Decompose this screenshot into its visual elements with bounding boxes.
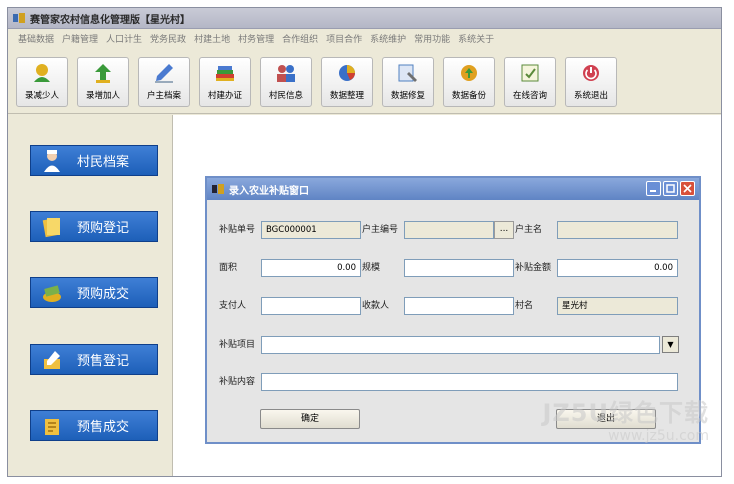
menu-about[interactable]: 系统关于 [458, 32, 494, 45]
app-logo-icon [12, 12, 26, 24]
menu-project[interactable]: 项目合作 [326, 32, 362, 45]
money-icon [37, 280, 67, 306]
people-icon [277, 65, 295, 82]
scale-field[interactable] [404, 259, 514, 277]
toolbar-label: 村民信息 [268, 91, 303, 101]
sidebar-label: 预售登记 [77, 354, 130, 369]
menu-bar: 基础数据 户籍管理 人口计生 党务民政 村建土地 村务管理 合作组织 项目合作 … [8, 29, 721, 47]
household-no-label: 户主编号 [362, 225, 399, 235]
minimize-icon[interactable] [646, 181, 661, 196]
sign-icon [37, 347, 67, 373]
ok-button[interactable]: 确定 [260, 409, 360, 429]
menu-common[interactable]: 常用功能 [414, 32, 450, 45]
amount-field[interactable]: 0.00 [557, 259, 678, 277]
sidebar-label: 村民档案 [77, 155, 130, 170]
toolbar-household-archive-button[interactable]: 户主档案 [138, 57, 190, 107]
toolbar-data-organize-button[interactable]: 数据整理 [321, 57, 373, 107]
dialog-title-bar: 录入农业补贴窗口 [207, 178, 699, 200]
sidebar-label: 预售成交 [77, 420, 130, 435]
notes-icon [37, 214, 67, 240]
household-browse-button[interactable]: ... [494, 221, 514, 239]
household-name-label: 户主名 [515, 225, 543, 235]
person-add-icon [95, 64, 111, 83]
consult-icon [521, 64, 539, 82]
books-icon [216, 66, 234, 81]
person-minus-icon [34, 64, 50, 82]
watermark-text: JZ5U绿色下载 [542, 399, 709, 427]
menu-party-affairs[interactable]: 党务民政 [150, 32, 186, 45]
sidebar-prepurchase-register-button[interactable]: 预购登记 [30, 211, 158, 242]
toolbar-label: 数据备份 [451, 91, 486, 101]
toolbar-label: 系统退出 [573, 91, 608, 101]
toolbar-village-license-button[interactable]: 村建办证 [199, 57, 251, 107]
sidebar-label: 预购登记 [77, 221, 130, 236]
menu-cooperative[interactable]: 合作组织 [282, 32, 318, 45]
sidebar-presale-register-button[interactable]: 预售登记 [30, 344, 158, 375]
menu-household[interactable]: 户籍管理 [62, 32, 98, 45]
scale-label: 规模 [362, 263, 381, 273]
village-label: 村名 [515, 301, 534, 311]
toolbar-person-minus-button[interactable]: 录减少人 [16, 57, 68, 107]
toolbar-label: 录减少人 [24, 91, 59, 101]
area-label: 面积 [219, 263, 238, 273]
toolbar-data-backup-button[interactable]: 数据备份 [443, 57, 495, 107]
project-select[interactable] [261, 336, 660, 354]
menu-population[interactable]: 人口计生 [106, 32, 142, 45]
dialog-app-icon [211, 183, 225, 195]
menu-system-maintenance[interactable]: 系统维护 [370, 32, 406, 45]
toolbar-label: 村建办证 [207, 91, 242, 101]
toolbar-data-repair-button[interactable]: 数据修复 [382, 57, 434, 107]
content-field[interactable] [261, 373, 678, 391]
nurse-icon [37, 148, 67, 174]
toolbar-exit-button[interactable]: 系统退出 [565, 57, 617, 107]
payer-label: 支付人 [219, 301, 247, 311]
household-name-field[interactable] [557, 221, 678, 239]
toolbar-label: 在线咨询 [512, 91, 547, 101]
sidebar-label: 预购成交 [77, 287, 130, 302]
chevron-down-icon[interactable]: ▼ [662, 336, 679, 353]
toolbar-label: 数据整理 [329, 91, 364, 101]
sidebar-presale-deal-button[interactable]: 预售成交 [30, 410, 158, 441]
deal-icon [37, 413, 67, 439]
menu-village-affairs[interactable]: 村务管理 [238, 32, 274, 45]
close-icon[interactable] [680, 181, 695, 196]
subsidy-no-label: 补贴单号 [219, 225, 256, 235]
app-title: 赛管家农村信息化管理版【星光村】 [30, 14, 190, 26]
content-label: 补贴内容 [219, 377, 256, 387]
menu-basic-data[interactable]: 基础数据 [18, 32, 54, 45]
subsidy-no-field[interactable]: BGC000001 [261, 221, 361, 239]
pen-icon [155, 64, 173, 83]
dialog-title: 录入农业补贴窗口 [229, 185, 309, 197]
backup-icon [461, 65, 477, 81]
toolbar-label: 户主档案 [146, 91, 181, 101]
toolbar-villager-info-button[interactable]: 村民信息 [260, 57, 312, 107]
exit-icon [583, 65, 599, 81]
household-no-field[interactable] [404, 221, 494, 239]
watermark: JZ5U绿色下载 www.jz5u.com [542, 393, 709, 444]
project-label: 补贴项目 [219, 340, 256, 350]
menu-village-land[interactable]: 村建土地 [194, 32, 230, 45]
repair-icon [398, 64, 417, 82]
title-bar: 赛管家农村信息化管理版【星光村】 [8, 8, 721, 29]
toolbar: 录减少人 录增加人 户主档案 村建办证 村民信息 数据整理 数据修复 数据备份 [8, 48, 721, 114]
payee-label: 收款人 [362, 301, 390, 311]
sidebar-prepurchase-deal-button[interactable]: 预购成交 [30, 277, 158, 308]
toolbar-label: 数据修复 [390, 91, 425, 101]
village-field[interactable]: 星光村 [557, 297, 678, 315]
area-field[interactable]: 0.00 [261, 259, 361, 277]
payer-field[interactable] [261, 297, 361, 315]
watermark-url: www.jz5u.com [608, 428, 709, 444]
toolbar-online-consult-button[interactable]: 在线咨询 [504, 57, 556, 107]
sidebar-villager-archive-button[interactable]: 村民档案 [30, 145, 158, 176]
sidebar: 村民档案 预购登记 预购成交 预售登记 预售成交 [8, 115, 172, 476]
toolbar-label: 录增加人 [85, 91, 120, 101]
toolbar-person-add-button[interactable]: 录增加人 [77, 57, 129, 107]
payee-field[interactable] [404, 297, 514, 315]
amount-label: 补贴金额 [515, 263, 552, 273]
chart-icon [339, 65, 355, 81]
maximize-icon[interactable] [663, 181, 678, 196]
